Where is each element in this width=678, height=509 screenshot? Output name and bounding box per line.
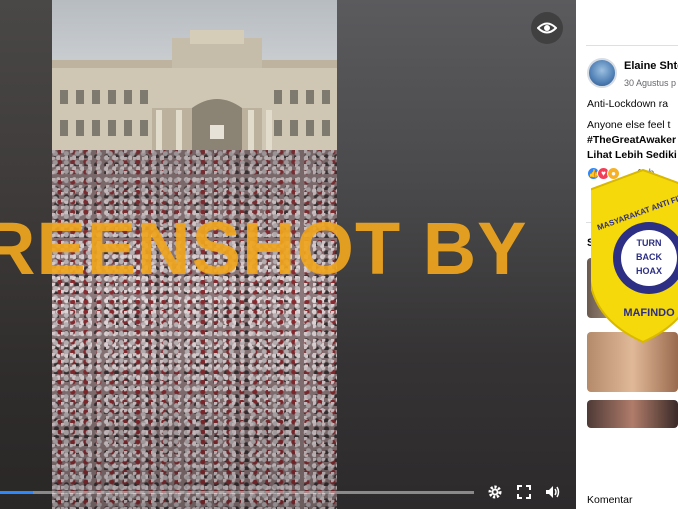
see-less-link[interactable]: Lihat Lebih Sediki [587, 149, 677, 161]
fullscreen-icon[interactable] [514, 482, 534, 502]
eye-icon [537, 22, 557, 34]
facebook-video-viewer: REENSHOT BY Elaine Shte 30 Agustus p Ant… [0, 0, 678, 509]
video-progress-bar[interactable] [0, 491, 474, 494]
hashtag-link[interactable]: #TheGreatAwaker [587, 134, 676, 146]
svg-text:HOAX: HOAX [636, 266, 662, 276]
svg-text:MAFINDO: MAFINDO [623, 307, 675, 319]
svg-text:BACK: BACK [636, 252, 662, 262]
turn-back-hoax-badge: TURN BACK HOAX MASYARAKAT ANTI FITNAH MA… [591, 168, 678, 344]
post-body-line: Anyone else feel t [587, 119, 671, 131]
screenshot-watermark: REENSHOT BY [0, 207, 528, 290]
gear-icon [488, 485, 502, 499]
speaker-icon [546, 486, 560, 498]
divider [586, 45, 678, 46]
expand-icon [517, 485, 531, 499]
eye-icon-button[interactable] [531, 12, 563, 44]
post-date[interactable]: 30 Agustus p [624, 78, 676, 88]
svg-text:TURN: TURN [637, 238, 662, 248]
volume-icon[interactable] [543, 482, 563, 502]
video-progress-fill [0, 491, 34, 494]
suggested-video-thumb[interactable] [587, 400, 678, 428]
author-avatar[interactable] [587, 58, 617, 88]
author-name[interactable]: Elaine Shte [624, 60, 678, 72]
crowd-shade [52, 150, 337, 509]
post-title-line: Anti-Lockdown ra [587, 98, 669, 110]
settings-gear-icon[interactable] [485, 482, 505, 502]
video-player[interactable]: REENSHOT BY [0, 0, 576, 509]
comments-label: Komentar [587, 494, 633, 506]
